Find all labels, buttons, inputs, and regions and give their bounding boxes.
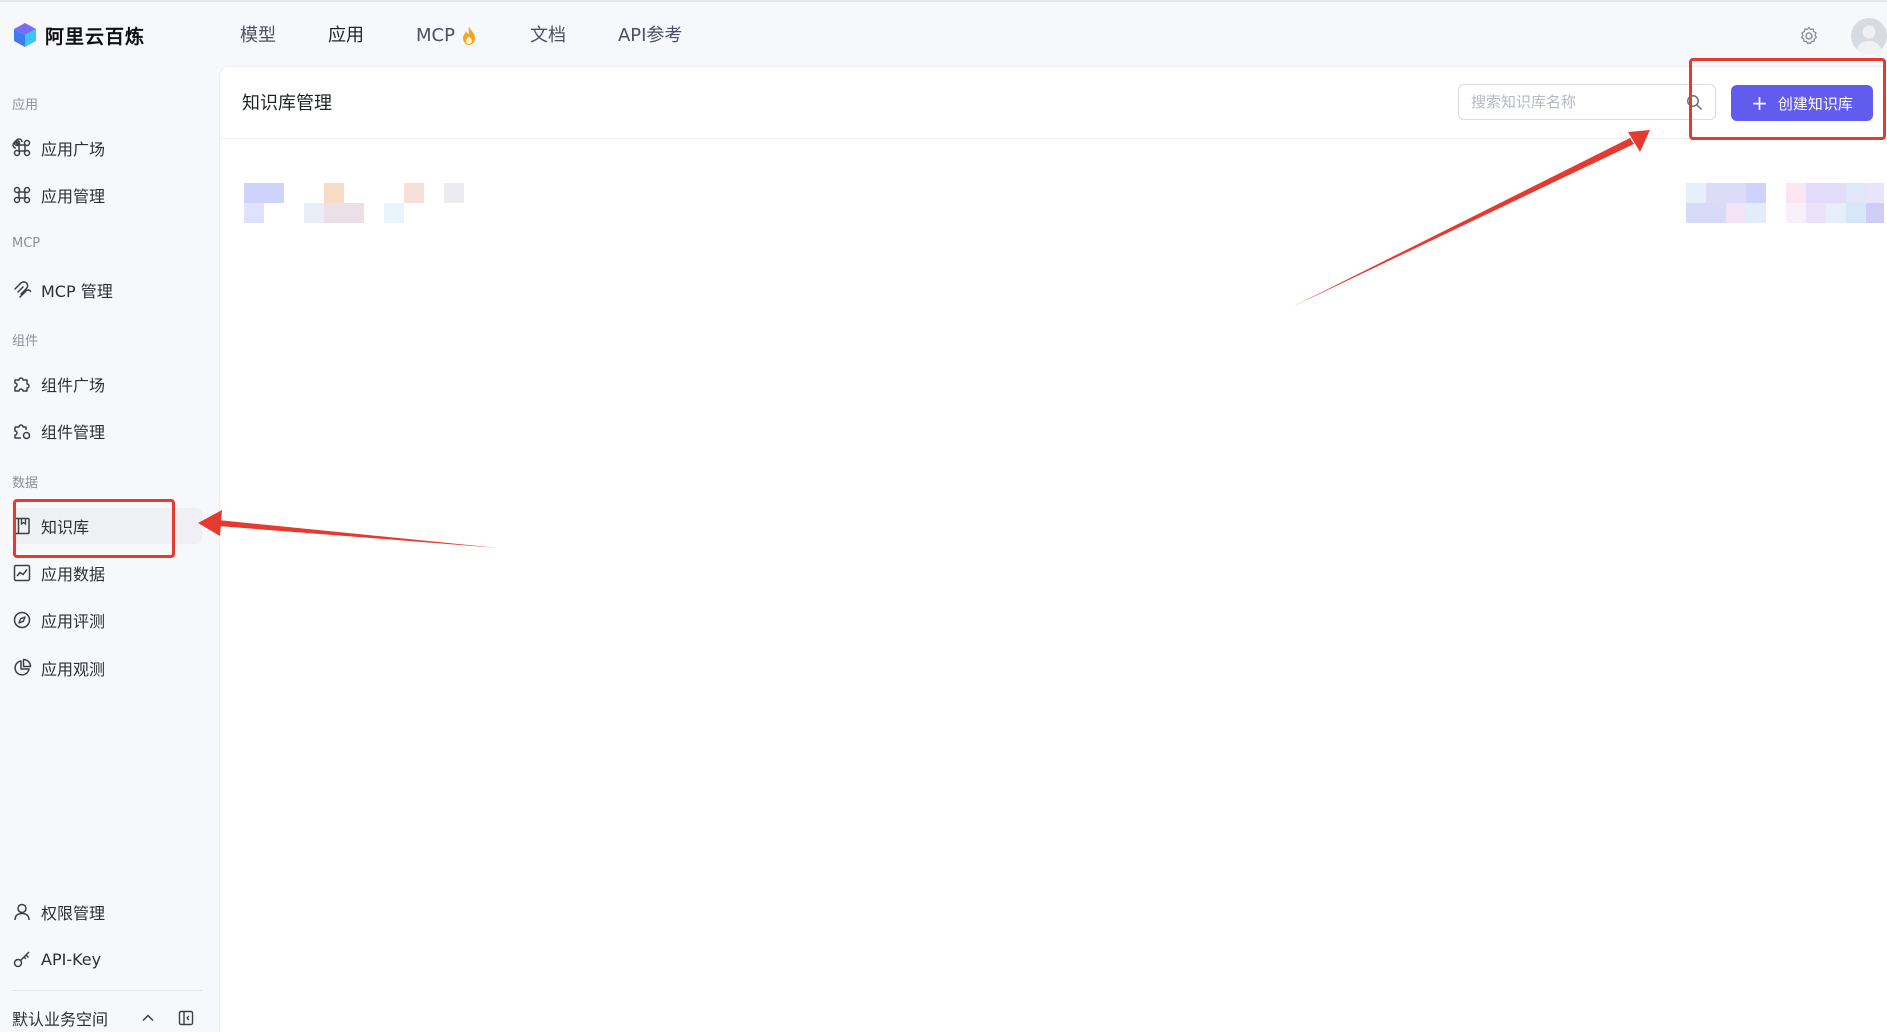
section-title-apps: 应用 xyxy=(12,98,39,113)
section-title-mcp: MCP xyxy=(12,236,41,251)
sidebar-item-label: 组件广场 xyxy=(41,376,106,395)
sidebar-item-app-data[interactable]: 应用数据 xyxy=(12,555,202,591)
command-icon xyxy=(12,138,32,158)
sidebar-item-label: 应用管理 xyxy=(41,187,106,206)
chevron-up-icon[interactable] xyxy=(138,1008,158,1028)
sidebar-item-label: 组件管理 xyxy=(41,423,106,442)
sidebar-item-api-key[interactable]: API-Key xyxy=(12,941,202,977)
sidebar-item-label: 应用观测 xyxy=(41,660,106,679)
logo-icon xyxy=(12,22,38,48)
sidebar-item-app-evaluation[interactable]: 应用评测 xyxy=(12,602,202,638)
main-panel: 知识库管理 + 创建知识库 xyxy=(219,66,1887,1032)
nav-model-label: 模型 xyxy=(240,25,276,46)
redacted-content xyxy=(244,183,1884,263)
nav-mcp-label: MCP xyxy=(416,25,455,46)
puzzle-icon xyxy=(12,374,32,394)
pie-icon xyxy=(12,658,32,678)
workspace-name: 默认业务空间 xyxy=(12,1010,109,1029)
search-input[interactable] xyxy=(1471,86,1681,118)
command-icon xyxy=(12,185,32,205)
nav-application-label: 应用 xyxy=(328,25,364,46)
sidebar-item-label: 权限管理 xyxy=(41,904,106,923)
sidebar-item-label: 应用广场 xyxy=(41,140,106,159)
sidebar-item-app-management[interactable]: 应用管理 xyxy=(12,177,202,213)
sidebar-item-permissions[interactable]: 权限管理 xyxy=(12,894,202,930)
sidebar-item-component-management[interactable]: 组件管理 xyxy=(12,413,202,449)
sidebar-item-app-observation[interactable]: 应用观测 xyxy=(12,650,202,686)
nav-model[interactable]: 模型 xyxy=(240,22,276,50)
logo[interactable]: 阿里云百炼 xyxy=(12,20,145,50)
section-title-components: 组件 xyxy=(12,334,39,349)
nav-mcp[interactable]: MCP xyxy=(416,22,478,50)
key-icon xyxy=(12,949,32,969)
puzzle-gear-icon xyxy=(12,421,32,441)
top-bar: 阿里云百炼 模型 应用 MCP 文档 API参考 xyxy=(0,0,1887,66)
fire-icon xyxy=(460,26,478,46)
top-right-actions xyxy=(1799,18,1887,54)
sidebar-item-label: MCP 管理 xyxy=(41,282,113,301)
nav-docs[interactable]: 文档 xyxy=(530,22,566,50)
nav-api-reference[interactable]: API参考 xyxy=(618,22,682,50)
sidebar-item-label: 应用数据 xyxy=(41,565,106,584)
mcp-icon xyxy=(12,280,32,300)
top-nav: 模型 应用 MCP 文档 API参考 xyxy=(240,22,734,50)
workspace-switcher[interactable]: 默认业务空间 xyxy=(12,1004,202,1032)
sidebar-item-component-plaza[interactable]: 组件广场 xyxy=(12,366,202,402)
nav-api-reference-label: API参考 xyxy=(617,25,683,46)
avatar[interactable] xyxy=(1851,18,1887,54)
sidebar-item-app-plaza[interactable]: 应用广场 xyxy=(12,130,202,166)
search-box xyxy=(1458,84,1716,120)
user-icon xyxy=(12,902,32,922)
compass-icon xyxy=(12,610,32,630)
annotation-box-create-button xyxy=(1689,58,1886,140)
sidebar-item-label: API-Key xyxy=(41,949,102,969)
nav-docs-label: 文档 xyxy=(529,25,566,46)
collapse-sidebar-icon[interactable] xyxy=(176,1008,196,1028)
sidebar-item-mcp-management[interactable]: MCP 管理 xyxy=(12,272,202,308)
gear-icon[interactable] xyxy=(1799,26,1819,46)
sidebar-item-label: 应用评测 xyxy=(41,612,106,631)
main-header: 知识库管理 + 创建知识库 xyxy=(220,67,1887,139)
sidebar-divider xyxy=(12,990,202,991)
section-title-data: 数据 xyxy=(12,476,39,491)
chart-icon xyxy=(12,563,32,583)
page-title: 知识库管理 xyxy=(242,93,332,114)
annotation-box-knowledge-base xyxy=(13,499,175,558)
nav-application[interactable]: 应用 xyxy=(328,22,364,50)
logo-text: 阿里云百炼 xyxy=(45,25,146,48)
